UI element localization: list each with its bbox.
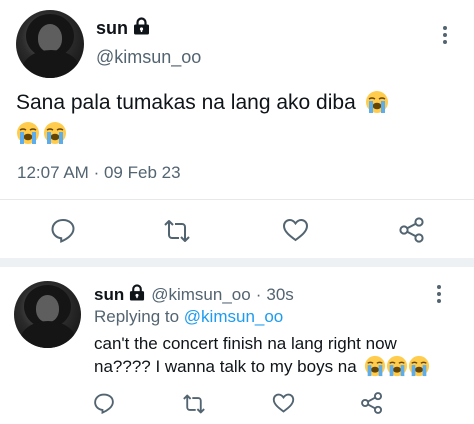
comment-icon — [51, 218, 75, 243]
lock-icon — [133, 17, 150, 40]
reply-more-options-icon[interactable] — [436, 285, 442, 303]
replying-to-link[interactable]: @kimsun_oo — [184, 307, 283, 326]
timestamp-separator: · — [93, 163, 100, 182]
retweet-button[interactable] — [162, 218, 192, 249]
reply-age[interactable]: 30s — [266, 285, 293, 305]
tweet-text: Sana pala tumakas na lang ako diba — [16, 87, 456, 149]
section-separator — [0, 258, 474, 267]
reply-share-button[interactable] — [360, 391, 384, 420]
retweet-icon — [183, 394, 205, 414]
replying-to: Replying to @kimsun_oo — [94, 307, 283, 327]
share-icon — [361, 392, 383, 414]
share-button[interactable] — [398, 216, 426, 249]
comment-icon — [94, 393, 114, 415]
like-button[interactable] — [282, 217, 309, 248]
reply-text-line2: na???? I wanna talk to my boys na — [94, 357, 357, 376]
reply-author-name[interactable]: sun — [94, 285, 124, 305]
loudly-crying-face-emoji — [17, 122, 39, 144]
reply-author-row: sun @kimsun_oo · 30s — [94, 284, 294, 306]
reply-separator: · — [255, 285, 262, 304]
reply-author-avatar[interactable] — [14, 281, 81, 348]
author-handle[interactable]: @kimsun_oo — [96, 47, 201, 68]
lock-icon — [129, 284, 145, 306]
reply-author-handle[interactable]: @kimsun_oo — [151, 285, 250, 305]
loudly-crying-face-emoji — [365, 355, 386, 377]
loudly-crying-face-emoji — [44, 122, 66, 144]
share-icon — [399, 217, 424, 243]
loudly-crying-face-emoji — [365, 91, 388, 113]
retweet-icon — [164, 220, 190, 242]
tweet-date: 09 Feb 23 — [103, 163, 181, 182]
reply-like-button[interactable] — [272, 392, 295, 419]
heart-icon — [282, 218, 309, 242]
reply-text-line1: can't the concert finish na lang right n… — [94, 334, 397, 353]
heart-icon — [272, 393, 295, 413]
tweet-text-body: Sana pala tumakas na lang ako diba — [16, 91, 356, 114]
reply-reply-button[interactable] — [93, 392, 115, 419]
divider — [0, 199, 474, 200]
author-avatar[interactable] — [16, 10, 84, 78]
reply-text: can't the concert finish na lang right n… — [94, 333, 454, 378]
author-name-row: sun — [96, 17, 150, 40]
loudly-crying-face-emoji — [387, 355, 408, 377]
more-options-icon[interactable] — [442, 26, 448, 44]
loudly-crying-face-emoji — [409, 355, 430, 377]
reply-button[interactable] — [50, 217, 76, 248]
tweet-time: 12:07 AM — [17, 163, 89, 182]
replying-prefix: Replying to — [94, 307, 180, 326]
author-name[interactable]: sun — [96, 18, 128, 39]
reply-retweet-button[interactable] — [181, 393, 207, 420]
tweet-timestamp[interactable]: 12:07 AM · 09 Feb 23 — [17, 163, 181, 183]
